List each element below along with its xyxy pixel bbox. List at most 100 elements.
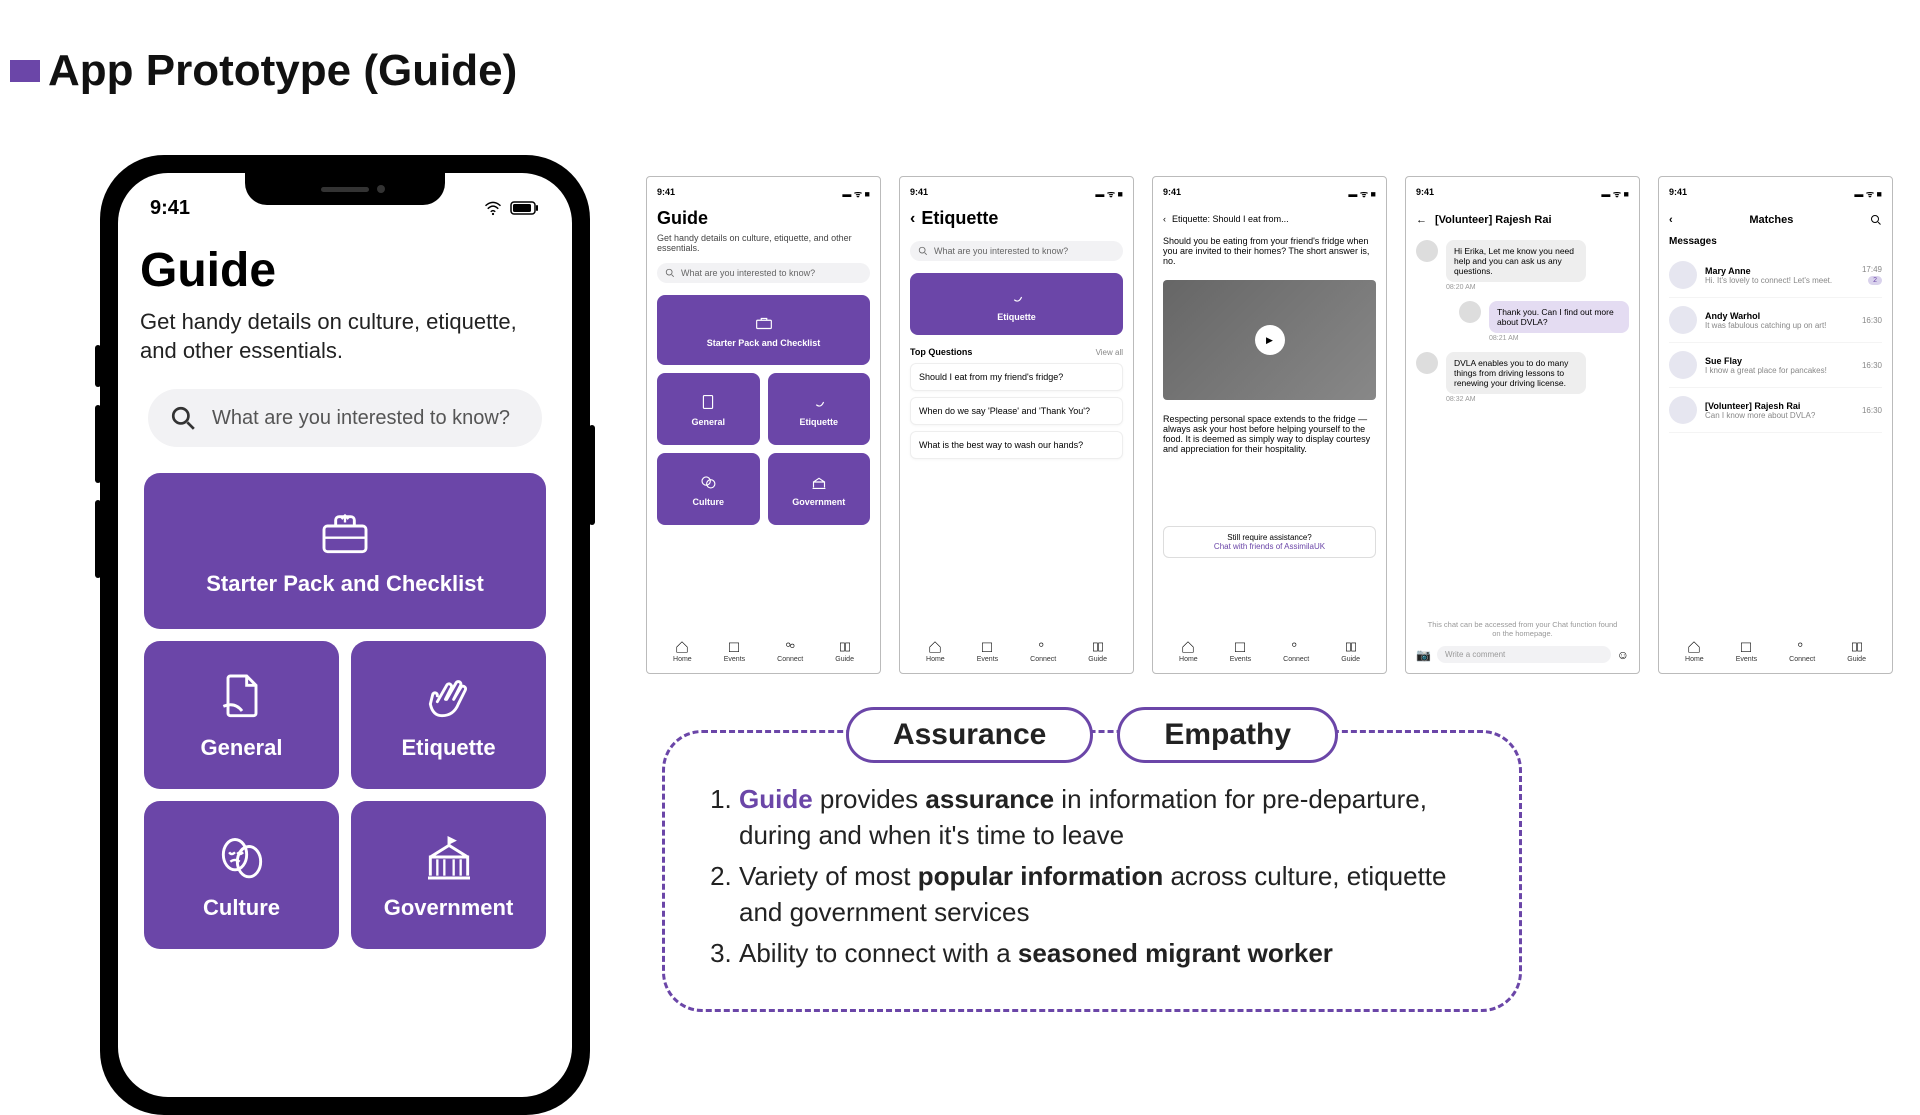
page-title: Matches: [1749, 214, 1793, 226]
nav-connect[interactable]: Connect: [777, 640, 803, 663]
slide-title-row: App Prototype (Guide): [10, 46, 517, 96]
search-icon: [170, 405, 196, 431]
tile-label: Etiquette: [997, 312, 1036, 322]
nav-events[interactable]: Events: [977, 640, 998, 663]
nav-label: Connect: [1283, 656, 1309, 663]
nav-connect[interactable]: Connect: [1789, 640, 1815, 663]
tile-etiquette[interactable]: Etiquette: [910, 273, 1123, 335]
nav-label: Home: [926, 656, 945, 663]
message-text: DVLA enables you to do many things from …: [1446, 352, 1586, 394]
thumb-chat: 9:41▬ ᯤ ■ ← [Volunteer] Rajesh Rai Hi Er…: [1405, 176, 1640, 674]
calendar-icon: [1739, 640, 1753, 654]
tile-culture[interactable]: Culture: [144, 801, 339, 949]
phone-side-button: [95, 405, 101, 483]
match-row[interactable]: Andy WarholIt was fabulous catching up o…: [1669, 298, 1882, 343]
bottom-nav: Home Events Connect Guide: [1163, 632, 1376, 663]
tile-label: Starter Pack and Checklist: [206, 571, 484, 597]
nav-guide[interactable]: Guide: [1847, 640, 1866, 663]
message-time: 08:32 AM: [1446, 396, 1586, 403]
nav-connect[interactable]: Connect: [1030, 640, 1056, 663]
nav-home[interactable]: Home: [673, 640, 692, 663]
nav-label: Connect: [777, 656, 803, 663]
nav-guide[interactable]: Guide: [835, 640, 854, 663]
match-row[interactable]: Mary AnneHi. It's lovely to connect! Let…: [1669, 253, 1882, 298]
article-lead: Should you be eating from your friend's …: [1163, 236, 1376, 266]
camera-icon[interactable]: 📷: [1416, 648, 1431, 662]
bullet-1: Guide provides assurance in information …: [739, 781, 1477, 854]
tile-government[interactable]: Government: [768, 453, 871, 525]
chat-message-incoming: DVLA enables you to do many things from …: [1416, 352, 1629, 403]
nav-home[interactable]: Home: [926, 640, 945, 663]
tile-label: General: [691, 417, 725, 427]
search-icon: [918, 246, 928, 256]
nav-guide[interactable]: Guide: [1341, 640, 1360, 663]
status-icons: ▬ ᯤ ■: [1095, 187, 1123, 200]
back-chevron-icon[interactable]: ‹: [1163, 214, 1166, 224]
callout-box: Assurance Empathy Guide provides assuran…: [662, 730, 1522, 1012]
avatar: [1669, 261, 1697, 289]
phone-side-button: [95, 345, 101, 387]
bottom-nav: Home Events Connect Guide: [1669, 632, 1882, 663]
search-placeholder: What are you interested to know?: [212, 407, 510, 430]
home-icon: [675, 640, 689, 654]
main-phone-screen: 9:41 Guide Get handy details on culture,…: [118, 173, 572, 1097]
question-card[interactable]: What is the best way to wash our hands?: [910, 431, 1123, 459]
emoji-icon[interactable]: ☺: [1617, 648, 1629, 662]
question-card[interactable]: Should I eat from my friend's fridge?: [910, 363, 1123, 391]
tile-general[interactable]: General: [144, 641, 339, 789]
back-chevron-icon[interactable]: ‹: [1669, 214, 1673, 226]
nav-label: Connect: [1789, 656, 1815, 663]
question-card[interactable]: When do we say 'Please' and 'Thank You'?: [910, 397, 1123, 425]
nav-events[interactable]: Events: [1736, 640, 1757, 663]
avatar: [1416, 352, 1438, 374]
phone-side-button: [589, 425, 595, 525]
people-icon: [783, 640, 797, 654]
search-icon[interactable]: [1870, 214, 1882, 226]
nav-label: Home: [1685, 656, 1704, 663]
home-icon: [1687, 640, 1701, 654]
nav-connect[interactable]: Connect: [1283, 640, 1309, 663]
avatar: [1669, 396, 1697, 424]
avatar: [1416, 240, 1438, 262]
back-arrow-icon[interactable]: ←: [1416, 214, 1427, 226]
page-title: Etiquette: [921, 208, 998, 229]
home-icon: [1181, 640, 1195, 654]
search-input[interactable]: What are you interested to know?: [657, 263, 870, 283]
view-all-link[interactable]: View all: [1096, 348, 1123, 357]
nav-home[interactable]: Home: [1685, 640, 1704, 663]
tile-starter-pack[interactable]: Starter Pack and Checklist: [657, 295, 870, 365]
search-input[interactable]: What are you interested to know?: [148, 389, 542, 447]
status-time: 9:41: [910, 187, 928, 200]
book-icon: [1091, 640, 1105, 654]
tile-government[interactable]: Government: [351, 801, 546, 949]
article-video[interactable]: ▶: [1163, 280, 1376, 400]
home-icon: [928, 640, 942, 654]
match-name: Mary Anne: [1705, 266, 1854, 276]
play-icon: ▶: [1255, 325, 1285, 355]
status-time: 9:41: [1163, 187, 1181, 200]
nav-events[interactable]: Events: [1230, 640, 1251, 663]
back-chevron-icon[interactable]: ‹: [910, 210, 915, 228]
nav-events[interactable]: Events: [724, 640, 745, 663]
chat-input[interactable]: Write a comment: [1437, 646, 1611, 663]
tile-culture[interactable]: Culture: [657, 453, 760, 525]
nav-label: Events: [1736, 656, 1757, 663]
search-icon: [665, 268, 675, 278]
match-row[interactable]: [Volunteer] Rajesh RaiCan I know more ab…: [1669, 388, 1882, 433]
nav-home[interactable]: Home: [1179, 640, 1198, 663]
nav-guide[interactable]: Guide: [1088, 640, 1107, 663]
match-time: 17:49: [1862, 265, 1882, 274]
match-row[interactable]: Sue FlayI know a great place for pancake…: [1669, 343, 1882, 388]
thumb-article: 9:41▬ ᯤ ■ ‹ Etiquette: Should I eat from…: [1152, 176, 1387, 674]
tile-label: Starter Pack and Checklist: [707, 338, 821, 348]
government-building-icon: [421, 829, 477, 885]
tile-starter-pack[interactable]: Starter Pack and Checklist: [144, 473, 546, 629]
bullet-highlight: Guide: [739, 784, 813, 814]
search-input[interactable]: What are you interested to know?: [910, 241, 1123, 261]
assist-box[interactable]: Still require assistance? Chat with frie…: [1163, 526, 1376, 558]
tile-general[interactable]: General: [657, 373, 760, 445]
bullet-bold: popular information: [918, 861, 1164, 891]
phone-notch: [245, 173, 445, 205]
tile-etiquette[interactable]: Etiquette: [351, 641, 546, 789]
tile-etiquette[interactable]: Etiquette: [768, 373, 871, 445]
